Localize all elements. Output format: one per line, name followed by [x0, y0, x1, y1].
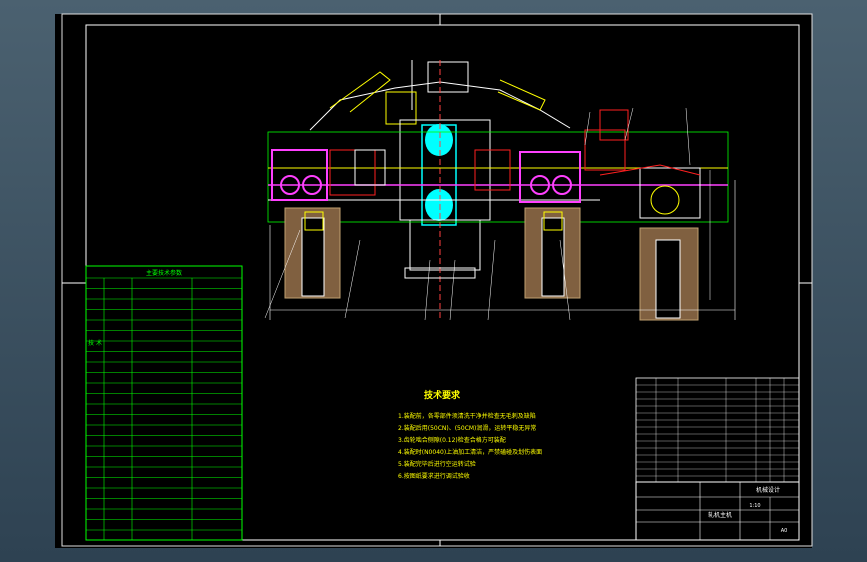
parts-list	[635, 377, 800, 483]
sheet-size: A0	[781, 528, 788, 534]
drawing-name: 轧机主机	[708, 511, 732, 519]
lower-roll-disc	[425, 189, 453, 221]
note-line-4: 4.装配时(N0040)上油加工清洁，严禁磕碰及划伤表面	[398, 448, 542, 456]
parameter-table-rows	[86, 277, 242, 531]
right-guide-arm	[497, 79, 546, 111]
leader-4	[449, 259, 456, 321]
right-pit	[655, 239, 681, 319]
leader-9	[685, 107, 691, 166]
left-gearbox	[271, 149, 328, 201]
leader-2	[344, 239, 361, 319]
note-line-2: 2.装配后用(50CN)、(50CM)润滑，运转平稳无异常	[398, 424, 536, 432]
parts-list-border	[635, 377, 800, 483]
central-base	[409, 219, 481, 271]
leader-7	[584, 111, 591, 146]
parameter-table: 主要技术参数 技 术	[85, 265, 243, 541]
left-guide-arm	[329, 71, 391, 113]
cad-drawing: 主要技术参数 技 术 技术要求 1.装配前，各零部件须清洗干净并检查无毛刺及缺陷…	[61, 13, 813, 547]
top-housing	[427, 61, 469, 93]
far-right-housing	[639, 167, 701, 219]
title-block: 轧机主机 机械设计 1:10 A0	[635, 481, 800, 541]
technical-notes: 技术要求 1.装配前，各零部件须清洗干净并检查无毛刺及缺陷 2.装配后用(50C…	[398, 389, 542, 480]
leader-3	[424, 259, 431, 321]
right-top-cylinder	[599, 109, 629, 141]
upper-roll-disc	[425, 124, 453, 156]
right-upper-unit	[584, 129, 626, 171]
far-right-gear	[650, 185, 680, 215]
company-name: 机械设计	[756, 486, 780, 494]
note-line-3: 3.齿轮啮合侧隙(0.12)检查合格方可装配	[398, 436, 506, 444]
technical-notes-title: 技术要求	[424, 389, 461, 401]
parameter-table-title: 主要技术参数	[146, 269, 182, 277]
parameter-side-label: 技 术	[88, 339, 102, 347]
right-gearbox	[519, 151, 581, 203]
note-line-5: 5.装配完毕后进行空运转试验	[398, 460, 476, 468]
right-drive-block	[474, 149, 511, 191]
viewer-background: 主要技术参数 技 术 技术要求 1.装配前，各零部件须清洗干净并检查无毛刺及缺陷…	[0, 0, 867, 562]
machine-assembly-view	[264, 60, 736, 321]
leader-8	[624, 107, 634, 141]
note-line-6: 6.按图纸要求进行调试验收	[398, 472, 470, 480]
left-drive-block	[329, 149, 376, 196]
parameter-table-border	[85, 265, 243, 541]
leader-5	[487, 239, 496, 321]
note-line-1: 1.装配前，各零部件须清洗干净并检查无毛刺及缺陷	[398, 412, 536, 420]
parts-list-rows	[636, 384, 799, 477]
drawing-scale: 1:10	[749, 503, 760, 509]
